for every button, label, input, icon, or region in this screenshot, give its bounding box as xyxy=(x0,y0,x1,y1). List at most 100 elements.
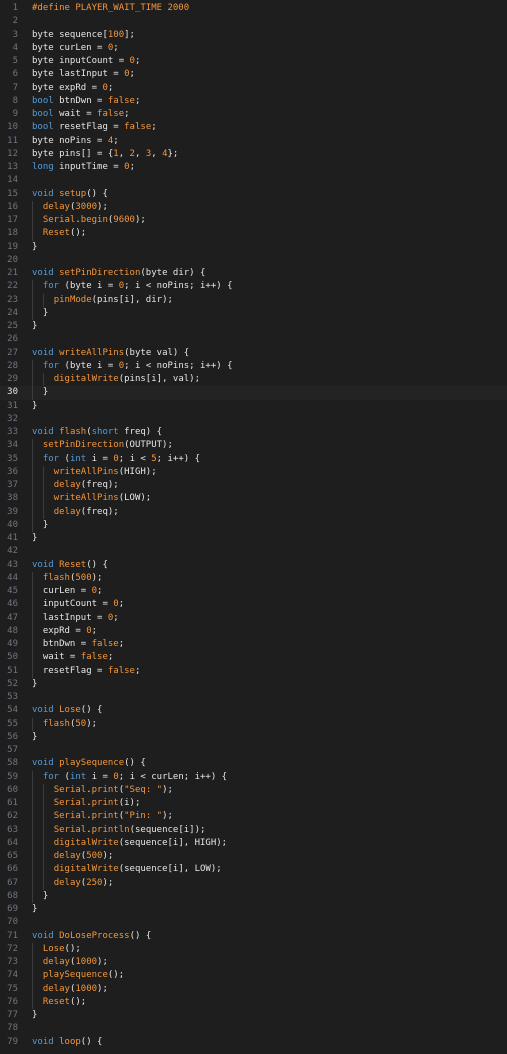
line-content[interactable]: setPinDirection(OUTPUT); xyxy=(18,439,507,453)
code-line[interactable]: 19} xyxy=(0,241,507,254)
code-line[interactable]: 8 bool btnDwn = false; xyxy=(0,95,507,108)
line-content[interactable]: Lose(); xyxy=(18,942,507,956)
line-content[interactable]: for (byte i = 0; i < noPins; i++) { xyxy=(18,280,507,294)
line-content[interactable]: } xyxy=(18,678,507,691)
code-line[interactable]: 18 Reset(); xyxy=(0,227,507,241)
code-line[interactable]: 10 bool resetFlag = false; xyxy=(0,121,507,134)
code-line[interactable]: 37 delay(freq); xyxy=(0,479,507,493)
code-line[interactable]: 34 setPinDirection(OUTPUT); xyxy=(0,439,507,453)
line-content[interactable]: void writeAllPins(byte val) { xyxy=(18,347,507,360)
code-line[interactable]: 21 void setPinDirection(byte dir) { xyxy=(0,267,507,280)
code-line[interactable]: 17 Serial.begin(9600); xyxy=(0,214,507,228)
code-line[interactable]: 14 xyxy=(0,174,507,187)
line-content[interactable]: void setup() { xyxy=(18,188,507,201)
line-content[interactable]: for (int i = 0; i < 5; i++) { xyxy=(18,452,507,466)
line-content[interactable]: Serial.print("Pin: "); xyxy=(18,810,507,824)
line-content[interactable]: resetFlag = false; xyxy=(18,664,507,678)
code-line[interactable]: 52} xyxy=(0,678,507,691)
line-content[interactable]: curLen = 0; xyxy=(18,585,507,599)
code-line[interactable]: 28 for (byte i = 0; i < noPins; i++) { xyxy=(0,359,507,373)
code-line[interactable]: 59 for (int i = 0; i < curLen; i++) { xyxy=(0,770,507,784)
line-content[interactable]: } xyxy=(18,532,507,545)
line-content[interactable]: Serial.print(i); xyxy=(18,797,507,811)
line-content[interactable]: bool wait = false; xyxy=(18,108,507,121)
line-content[interactable]: Reset(); xyxy=(18,995,507,1009)
line-content[interactable]: writeAllPins(LOW); xyxy=(18,492,507,506)
line-content[interactable] xyxy=(18,1022,507,1035)
line-content[interactable]: writeAllPins(HIGH); xyxy=(18,465,507,479)
line-content[interactable]: } xyxy=(18,731,507,744)
code-line[interactable]: 44 flash(500); xyxy=(0,571,507,585)
code-line[interactable]: 1 #define PLAYER_WAIT_TIME 2000 xyxy=(0,2,507,15)
line-content[interactable]: byte pins[] = {1, 2, 3, 4}; xyxy=(18,148,507,161)
code-line[interactable]: 60 Serial.print("Seq: "); xyxy=(0,783,507,797)
line-content[interactable]: byte inputCount = 0; xyxy=(18,55,507,68)
code-line[interactable]: 48 expRd = 0; xyxy=(0,624,507,638)
code-line[interactable]: 23 pinMode(pins[i], dir); xyxy=(0,293,507,307)
code-line[interactable]: 9 bool wait = false; xyxy=(0,108,507,121)
line-content[interactable]: long inputTime = 0; xyxy=(18,161,507,174)
line-content[interactable]: expRd = 0; xyxy=(18,624,507,638)
code-line[interactable]: 78 xyxy=(0,1022,507,1035)
line-content[interactable]: } xyxy=(18,889,507,903)
code-line[interactable]: 65 delay(500); xyxy=(0,850,507,864)
code-line[interactable]: 51 resetFlag = false; xyxy=(0,664,507,678)
line-content[interactable]: } xyxy=(18,306,507,320)
line-content[interactable]: byte expRd = 0; xyxy=(18,82,507,95)
line-content[interactable] xyxy=(18,545,507,558)
code-line[interactable]: 20 xyxy=(0,254,507,267)
code-line[interactable]: 13 long inputTime = 0; xyxy=(0,161,507,174)
line-content[interactable]: bool btnDwn = false; xyxy=(18,95,507,108)
code-line[interactable]: 45 curLen = 0; xyxy=(0,585,507,599)
line-content[interactable]: digitalWrite(sequence[i], LOW); xyxy=(18,863,507,877)
line-content[interactable]: void Reset() { xyxy=(18,559,507,572)
code-line[interactable]: 3 byte sequence[100]; xyxy=(0,29,507,42)
line-content[interactable]: void flash(short freq) { xyxy=(18,426,507,439)
code-line[interactable]: 70 xyxy=(0,916,507,929)
line-content[interactable]: playSequence(); xyxy=(18,969,507,983)
line-content[interactable]: byte lastInput = 0; xyxy=(18,68,507,81)
code-line[interactable]: 76 Reset(); xyxy=(0,995,507,1009)
line-content[interactable]: void Lose() { xyxy=(18,704,507,717)
code-line[interactable]: 33 void flash(short freq) { xyxy=(0,426,507,439)
line-content[interactable] xyxy=(18,413,507,426)
code-line[interactable]: 41} xyxy=(0,532,507,545)
code-line[interactable]: 12 byte pins[] = {1, 2, 3, 4}; xyxy=(0,148,507,161)
line-content[interactable]: digitalWrite(pins[i], val); xyxy=(18,373,507,387)
line-content[interactable] xyxy=(18,254,507,267)
code-line[interactable]: 63 Serial.println(sequence[i]); xyxy=(0,823,507,837)
code-line[interactable]: 40 } xyxy=(0,518,507,532)
code-line[interactable]: 2 xyxy=(0,15,507,28)
line-content[interactable]: bool resetFlag = false; xyxy=(18,121,507,134)
line-content[interactable]: delay(250); xyxy=(18,876,507,890)
line-content[interactable] xyxy=(18,174,507,187)
line-content[interactable]: byte sequence[100]; xyxy=(18,29,507,42)
line-content[interactable]: } xyxy=(18,386,507,400)
line-content[interactable]: Serial.print("Seq: "); xyxy=(18,783,507,797)
code-line[interactable]: 55 flash(50); xyxy=(0,717,507,731)
line-content[interactable] xyxy=(18,333,507,346)
code-line[interactable]: 72 Lose(); xyxy=(0,942,507,956)
code-line[interactable]: 73 delay(1000); xyxy=(0,956,507,970)
line-content[interactable]: delay(3000); xyxy=(18,200,507,214)
line-content[interactable]: void setPinDirection(byte dir) { xyxy=(18,267,507,280)
line-content[interactable]: delay(freq); xyxy=(18,505,507,519)
line-content[interactable]: for (int i = 0; i < curLen; i++) { xyxy=(18,770,507,784)
code-line[interactable]: 62 Serial.print("Pin: "); xyxy=(0,810,507,824)
code-line[interactable]: 4 byte curLen = 0; xyxy=(0,42,507,55)
code-line[interactable]: 39 delay(freq); xyxy=(0,505,507,519)
line-content[interactable]: flash(500); xyxy=(18,571,507,585)
code-line[interactable]: 50 wait = false; xyxy=(0,651,507,665)
code-line[interactable]: 71 void DoLoseProcess() { xyxy=(0,930,507,943)
line-content[interactable]: } xyxy=(18,1009,507,1022)
code-line[interactable]: 38 writeAllPins(LOW); xyxy=(0,492,507,506)
line-content[interactable]: } xyxy=(18,241,507,254)
line-content[interactable]: digitalWrite(sequence[i], HIGH); xyxy=(18,836,507,850)
code-line[interactable]: 79 void loop() { xyxy=(0,1036,507,1049)
code-line[interactable]: 42 xyxy=(0,545,507,558)
code-line[interactable]: 56} xyxy=(0,731,507,744)
code-line[interactable]: 75 delay(1000); xyxy=(0,982,507,996)
code-line[interactable]: 25} xyxy=(0,320,507,333)
code-line[interactable]: 49 btnDwn = false; xyxy=(0,638,507,652)
line-content[interactable]: void loop() { xyxy=(18,1036,507,1049)
